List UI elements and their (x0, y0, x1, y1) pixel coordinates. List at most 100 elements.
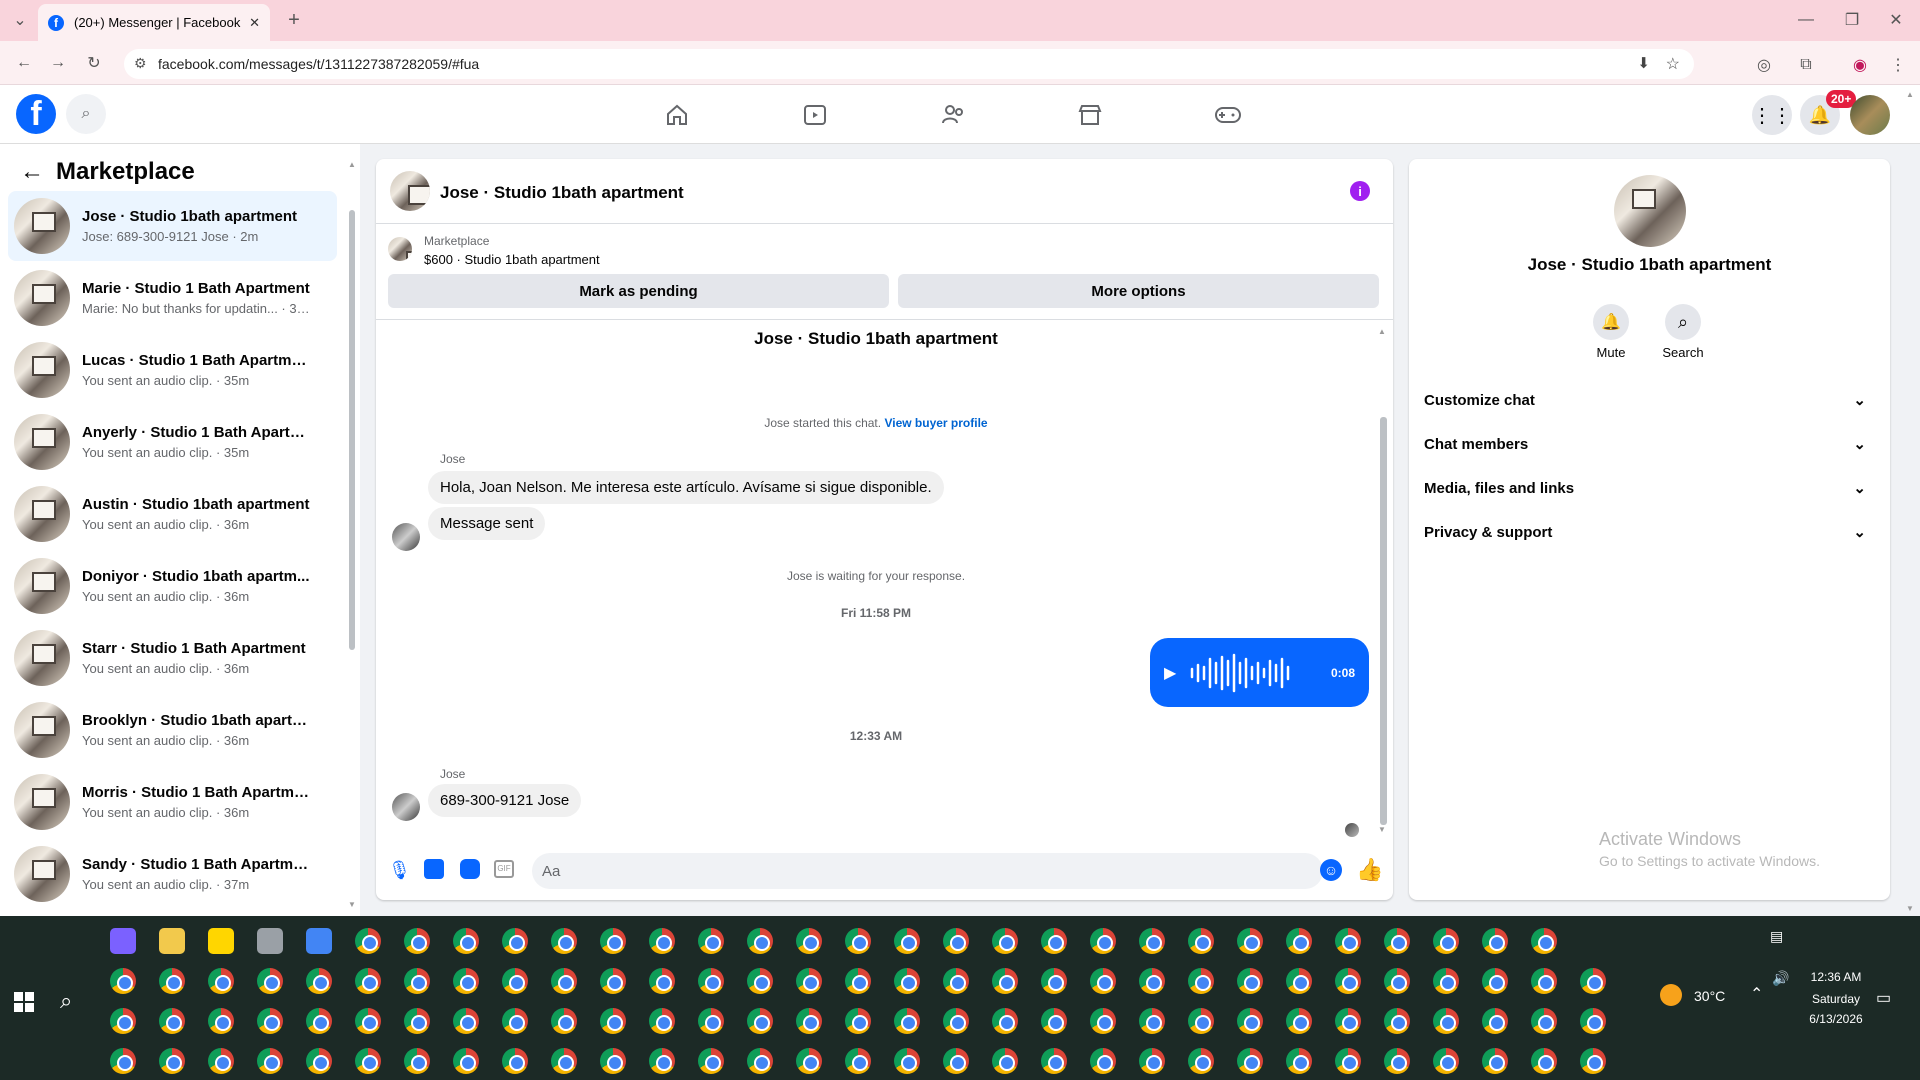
conversation-avatar[interactable] (14, 342, 70, 398)
page-scroll-up-arrow[interactable]: ▲ (1906, 90, 1914, 99)
chrome-icon[interactable] (992, 1008, 1018, 1034)
chrome-icon[interactable] (110, 1008, 136, 1034)
chrome-icon[interactable] (257, 968, 283, 994)
info-icon[interactable]: i (1350, 181, 1370, 201)
view-buyer-profile-link[interactable]: View buyer profile (884, 416, 987, 430)
close-window-icon[interactable]: ✕ (1884, 8, 1908, 32)
chrome-icon[interactable] (943, 968, 969, 994)
chrome-icon[interactable] (649, 968, 675, 994)
play-icon[interactable]: ▶ (1164, 663, 1176, 683)
chrome-icon[interactable] (502, 968, 528, 994)
chrome-icon[interactable] (600, 928, 626, 954)
chrome-icon[interactable] (306, 968, 332, 994)
thumbs-up-icon[interactable]: 👍 (1356, 857, 1383, 883)
chrome-icon[interactable] (796, 1048, 822, 1074)
chrome-icon[interactable] (894, 928, 920, 954)
chrome-icon[interactable] (1531, 1048, 1557, 1074)
message-input[interactable]: Aa (532, 853, 1323, 889)
chrome-icon[interactable] (1237, 1048, 1263, 1074)
conversation-row[interactable]: Morris · Studio 1 Bath Apartment You sent… (8, 767, 337, 837)
chrome-icon[interactable] (453, 928, 479, 954)
chrome-icon[interactable] (698, 1048, 724, 1074)
chrome-icon[interactable] (1188, 1008, 1214, 1034)
chrome-icon[interactable] (649, 1008, 675, 1034)
chrome-icon[interactable] (1384, 1008, 1410, 1034)
minimize-icon[interactable]: — (1794, 8, 1818, 32)
chrome-icon[interactable] (747, 928, 773, 954)
chrome-icon[interactable] (1286, 968, 1312, 994)
chrome-icon[interactable] (1335, 1008, 1361, 1034)
chrome-icon[interactable] (943, 1048, 969, 1074)
chrome-icon[interactable] (551, 1008, 577, 1034)
chrome-icon[interactable] (649, 1048, 675, 1074)
search-icon[interactable]: ⌕ (66, 94, 106, 134)
chrome-icon[interactable] (355, 968, 381, 994)
chrome-icon[interactable] (355, 1008, 381, 1034)
chrome-icon[interactable] (1433, 1008, 1459, 1034)
mark-as-pending-button[interactable]: Mark as pending (388, 274, 889, 308)
browser-menu-icon[interactable]: ⋮ (1886, 53, 1910, 77)
chrome-icon[interactable] (257, 1048, 283, 1074)
chrome-icon[interactable] (1531, 968, 1557, 994)
chrome-icon[interactable] (404, 968, 430, 994)
privacy-support-row[interactable]: Privacy & support ⌄ (1424, 515, 1876, 549)
chrome-icon[interactable] (698, 968, 724, 994)
back-arrow-icon[interactable]: ← (20, 158, 44, 186)
chrome-icon[interactable] (355, 928, 381, 954)
chrome-icon[interactable] (1188, 928, 1214, 954)
search-icon[interactable]: ⌕ (1665, 304, 1701, 340)
emoji-icon[interactable]: ☺ (1320, 859, 1342, 881)
chrome-icon[interactable] (1433, 928, 1459, 954)
extensions-icon[interactable]: ⧉ (1794, 53, 1818, 77)
chrome-icon[interactable] (502, 928, 528, 954)
url-field[interactable]: ⚙ facebook.com/messages/t/13112273872820… (124, 49, 1694, 79)
browser-tab[interactable]: f (20+) Messenger | Facebook ✕ (38, 4, 270, 41)
restore-icon[interactable]: ❐ (1840, 8, 1864, 32)
chat-header-avatar[interactable] (390, 171, 430, 211)
chrome-icon[interactable] (159, 968, 185, 994)
chrome-icon[interactable] (306, 1008, 332, 1034)
chrome-icon[interactable] (551, 1048, 577, 1074)
chrome-icon[interactable] (453, 1008, 479, 1034)
chrome-icon[interactable] (943, 928, 969, 954)
weather-icon[interactable] (1660, 984, 1682, 1006)
conversation-avatar[interactable] (14, 198, 70, 254)
chrome-icon[interactable] (1139, 1008, 1165, 1034)
chrome-icon[interactable] (845, 1008, 871, 1034)
more-options-button[interactable]: More options (898, 274, 1379, 308)
chrome-icon[interactable] (453, 968, 479, 994)
chrome-icon[interactable] (1433, 1048, 1459, 1074)
scroll-down-arrow[interactable]: ▼ (348, 900, 356, 912)
chrome-icon[interactable] (698, 1008, 724, 1034)
chrome-icon[interactable] (1041, 1008, 1067, 1034)
chrome-icon[interactable] (1188, 1048, 1214, 1074)
listing-thumbnail[interactable] (388, 237, 412, 261)
conversation-row[interactable]: Anyerly · Studio 1 Bath Apartment You sen… (8, 407, 337, 477)
chrome-icon[interactable] (747, 1008, 773, 1034)
chrome-icon[interactable] (1384, 928, 1410, 954)
chrome-icon[interactable] (1090, 968, 1116, 994)
media-files-links-row[interactable]: Media, files and links ⌄ (1424, 471, 1876, 505)
chat-scrollbar-thumb[interactable] (1380, 417, 1387, 825)
chrome-icon[interactable] (1433, 968, 1459, 994)
chrome-icon[interactable] (1580, 968, 1606, 994)
scroll-up-arrow[interactable]: ▲ (348, 160, 356, 172)
chrome-icon[interactable] (355, 1048, 381, 1074)
back-icon[interactable]: ← (12, 51, 36, 75)
conversation-row[interactable]: Jose · Studio 1bath apartment Jose: 689-3… (8, 191, 337, 261)
chrome-icon[interactable] (110, 968, 136, 994)
chrome-icon[interactable] (306, 1048, 332, 1074)
conversation-avatar[interactable] (14, 702, 70, 758)
profile-avatar[interactable] (1614, 175, 1686, 247)
sender-avatar[interactable] (392, 793, 420, 821)
chrome-icon[interactable] (1237, 968, 1263, 994)
sticky-notes-icon[interactable] (208, 928, 234, 954)
conversation-row[interactable]: Lucas · Studio 1 Bath Apartment You sent … (8, 335, 337, 405)
bookmark-star-icon[interactable]: ☆ (1666, 54, 1680, 74)
marketplace-icon[interactable] (1074, 99, 1106, 131)
chrome-icon[interactable] (1482, 968, 1508, 994)
chrome-icon[interactable] (1335, 928, 1361, 954)
chrome-icon[interactable] (453, 1048, 479, 1074)
action-center-icon[interactable]: ▭ (1876, 988, 1891, 1008)
taskbar-search-icon[interactable]: ⌕ (60, 988, 72, 1014)
